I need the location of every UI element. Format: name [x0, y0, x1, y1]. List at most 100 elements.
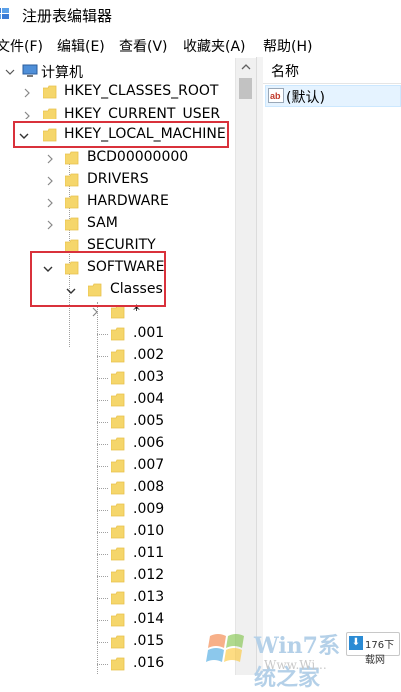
tree-label: DRIVERS	[87, 171, 149, 187]
tree-node-class-ext[interactable]: .002	[0, 346, 230, 368]
chevron-down-icon[interactable]	[5, 67, 15, 77]
tree-label: .013	[133, 589, 165, 605]
watermark-url: Www.Wi...	[264, 658, 327, 672]
menu-view[interactable]: 查看(V)	[119, 36, 168, 56]
tree-node-computer[interactable]: 计算机	[0, 61, 230, 83]
tree-label: .001	[133, 325, 165, 341]
scroll-up-button[interactable]	[236, 58, 256, 76]
tree-label: SAM	[87, 215, 118, 231]
folder-icon	[111, 481, 125, 495]
folder-icon	[111, 437, 125, 451]
tree-label: .010	[133, 523, 165, 539]
tree-node-class-ext[interactable]: .015	[0, 632, 230, 654]
windows-logo-icon	[206, 634, 244, 662]
tree-label: .016	[133, 655, 165, 671]
folder-icon	[65, 195, 79, 209]
value-row-default[interactable]: ab (默认)	[263, 85, 401, 107]
value-name: (默认)	[286, 90, 325, 106]
tree-node-class-ext[interactable]: .005	[0, 412, 230, 434]
chevron-right-icon[interactable]	[45, 176, 55, 186]
tree-label-computer: 计算机	[41, 65, 83, 81]
folder-icon	[111, 547, 125, 561]
site-logo-icon: ⬇	[349, 636, 363, 650]
folder-icon	[111, 591, 125, 605]
tree-label: .012	[133, 567, 165, 583]
site-watermark: ⬇ 176下载网	[346, 632, 400, 666]
highlight-box	[13, 121, 229, 148]
tree-node-class-ext[interactable]: .006	[0, 434, 230, 456]
tree-node-hardware[interactable]: HARDWARE	[0, 192, 230, 214]
folder-icon	[111, 635, 125, 649]
tree-node-class-ext[interactable]: .016	[0, 654, 230, 675]
folder-icon	[111, 415, 125, 429]
folder-icon	[111, 525, 125, 539]
tree-label: .008	[133, 479, 165, 495]
folder-icon	[111, 503, 125, 517]
chevron-up-icon	[241, 64, 251, 70]
folder-icon	[111, 327, 125, 341]
folder-icon	[65, 217, 79, 231]
tree-node-class-ext[interactable]: .004	[0, 390, 230, 412]
tree-node-drivers[interactable]: DRIVERS	[0, 170, 230, 192]
menu-favorites[interactable]: 收藏夹(A)	[183, 36, 246, 56]
folder-icon	[111, 569, 125, 583]
tree-node-class-ext[interactable]: .008	[0, 478, 230, 500]
tree-scrollbar[interactable]	[235, 58, 256, 675]
chevron-right-icon[interactable]	[22, 88, 32, 98]
tree-node-class-ext[interactable]: .014	[0, 610, 230, 632]
tree-node-hkcu[interactable]: HKEY_CURRENT_USER	[0, 105, 230, 119]
folder-icon	[111, 657, 125, 671]
tree-node-class-ext[interactable]: .003	[0, 368, 230, 390]
menu-edit[interactable]: 编辑(E)	[57, 36, 105, 56]
tree-node-hkcr[interactable]: HKEY_CLASSES_ROOT	[0, 82, 230, 104]
tree-label: HKEY_CLASSES_ROOT	[64, 83, 219, 99]
folder-icon	[111, 305, 125, 319]
column-header-name[interactable]: 名称	[263, 57, 401, 84]
key-tree[interactable]: 计算机 HKEY_CLASSES_ROOT HKEY_CURRENT_USER …	[0, 57, 256, 675]
tree-label: BCD00000000	[87, 149, 189, 165]
tree-label: .006	[133, 435, 165, 451]
tree-label: HARDWARE	[87, 193, 169, 209]
tree-label: .011	[133, 545, 165, 561]
chevron-right-icon[interactable]	[45, 198, 55, 208]
folder-icon	[43, 108, 57, 119]
chevron-right-icon[interactable]	[45, 154, 55, 164]
folder-icon	[111, 459, 125, 473]
tree-label: .005	[133, 413, 165, 429]
tree-label: HKEY_CURRENT_USER	[64, 106, 221, 119]
tree-label: .009	[133, 501, 165, 517]
chevron-right-icon[interactable]	[45, 220, 55, 230]
tree-node-class-ext[interactable]: .001	[0, 324, 230, 346]
string-value-icon: ab	[268, 88, 284, 103]
folder-icon	[111, 349, 125, 363]
highlight-box	[30, 251, 166, 307]
chevron-right-icon[interactable]	[22, 111, 32, 119]
folder-icon	[65, 173, 79, 187]
value-list[interactable]: 名称 ab (默认)	[263, 57, 401, 675]
tree-label: .007	[133, 457, 165, 473]
tree-node-class-ext[interactable]: .011	[0, 544, 230, 566]
tree-node-class-ext[interactable]: .007	[0, 456, 230, 478]
column-header-label: 名称	[271, 64, 299, 80]
tree-label: .003	[133, 369, 165, 385]
folder-icon	[111, 371, 125, 385]
svg-text:ab: ab	[270, 91, 281, 101]
tree-node-bcd[interactable]: BCD00000000	[0, 148, 230, 170]
title-bar: 注册表编辑器	[0, 0, 401, 30]
folder-icon	[111, 613, 125, 627]
computer-icon	[22, 64, 38, 77]
tree-label: .014	[133, 611, 165, 627]
tree-node-class-ext[interactable]: .012	[0, 566, 230, 588]
tree-node-sam[interactable]: SAM	[0, 214, 230, 236]
tree-node-class-ext[interactable]: .013	[0, 588, 230, 610]
menu-help[interactable]: 帮助(H)	[263, 36, 312, 56]
menu-file[interactable]: 文件(F)	[0, 36, 43, 56]
tree-node-class-ext[interactable]: .009	[0, 500, 230, 522]
tree-label: .015	[133, 633, 165, 649]
scroll-thumb[interactable]	[239, 78, 252, 99]
window-title: 注册表编辑器	[22, 7, 113, 25]
chevron-right-icon[interactable]	[90, 307, 100, 317]
menu-bar: 文件(F) 编辑(E) 查看(V) 收藏夹(A) 帮助(H)	[0, 34, 401, 56]
tree-node-class-ext[interactable]: .010	[0, 522, 230, 544]
tree-label: .004	[133, 391, 165, 407]
